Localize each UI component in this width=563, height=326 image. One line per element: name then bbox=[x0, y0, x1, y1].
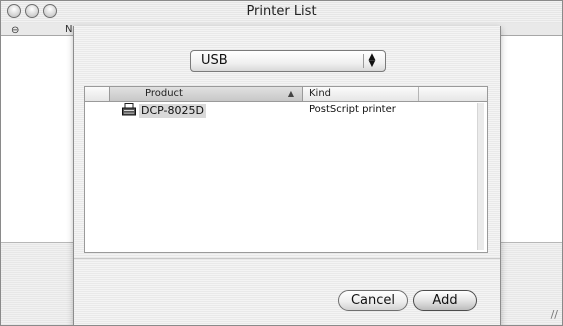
resize-grip-icon[interactable]: // bbox=[551, 308, 558, 321]
printer-list-window: Printer List ⊖ N // USB ▲ ▼ Product ▲ Kin… bbox=[0, 0, 563, 326]
connection-type-popup[interactable]: USB ▲ ▼ bbox=[190, 50, 386, 72]
row-product-name: DCP-8025D bbox=[139, 104, 206, 118]
column-header-product[interactable]: Product ▲ bbox=[109, 87, 303, 101]
add-button[interactable]: Add bbox=[413, 290, 477, 311]
connection-type-value: USB bbox=[201, 53, 228, 68]
title-bar: Printer List bbox=[1, 1, 562, 24]
column-header-product-label: Product bbox=[145, 88, 183, 99]
row-kind: PostScript printer bbox=[309, 104, 396, 115]
background-status-column-icon: ⊖ bbox=[11, 25, 20, 36]
sheet-divider bbox=[74, 258, 500, 259]
cancel-button[interactable]: Cancel bbox=[338, 290, 408, 311]
table-row[interactable]: DCP-8025D PostScript printer bbox=[85, 102, 487, 120]
popup-arrows-icon: ▲ ▼ bbox=[363, 53, 380, 69]
printer-icon bbox=[122, 103, 136, 116]
sort-ascending-icon: ▲ bbox=[287, 89, 294, 98]
add-printer-sheet: USB ▲ ▼ Product ▲ Kind DCP-8025D PostScr… bbox=[73, 26, 501, 325]
column-header-kind[interactable]: Kind bbox=[303, 87, 419, 101]
printer-table: Product ▲ Kind DCP-8025D PostScript prin… bbox=[84, 86, 488, 253]
table-header: Product ▲ Kind bbox=[85, 87, 487, 102]
background-name-column-header: N bbox=[65, 24, 73, 35]
vertical-scrollbar[interactable] bbox=[477, 103, 484, 250]
window-title: Printer List bbox=[246, 4, 317, 19]
